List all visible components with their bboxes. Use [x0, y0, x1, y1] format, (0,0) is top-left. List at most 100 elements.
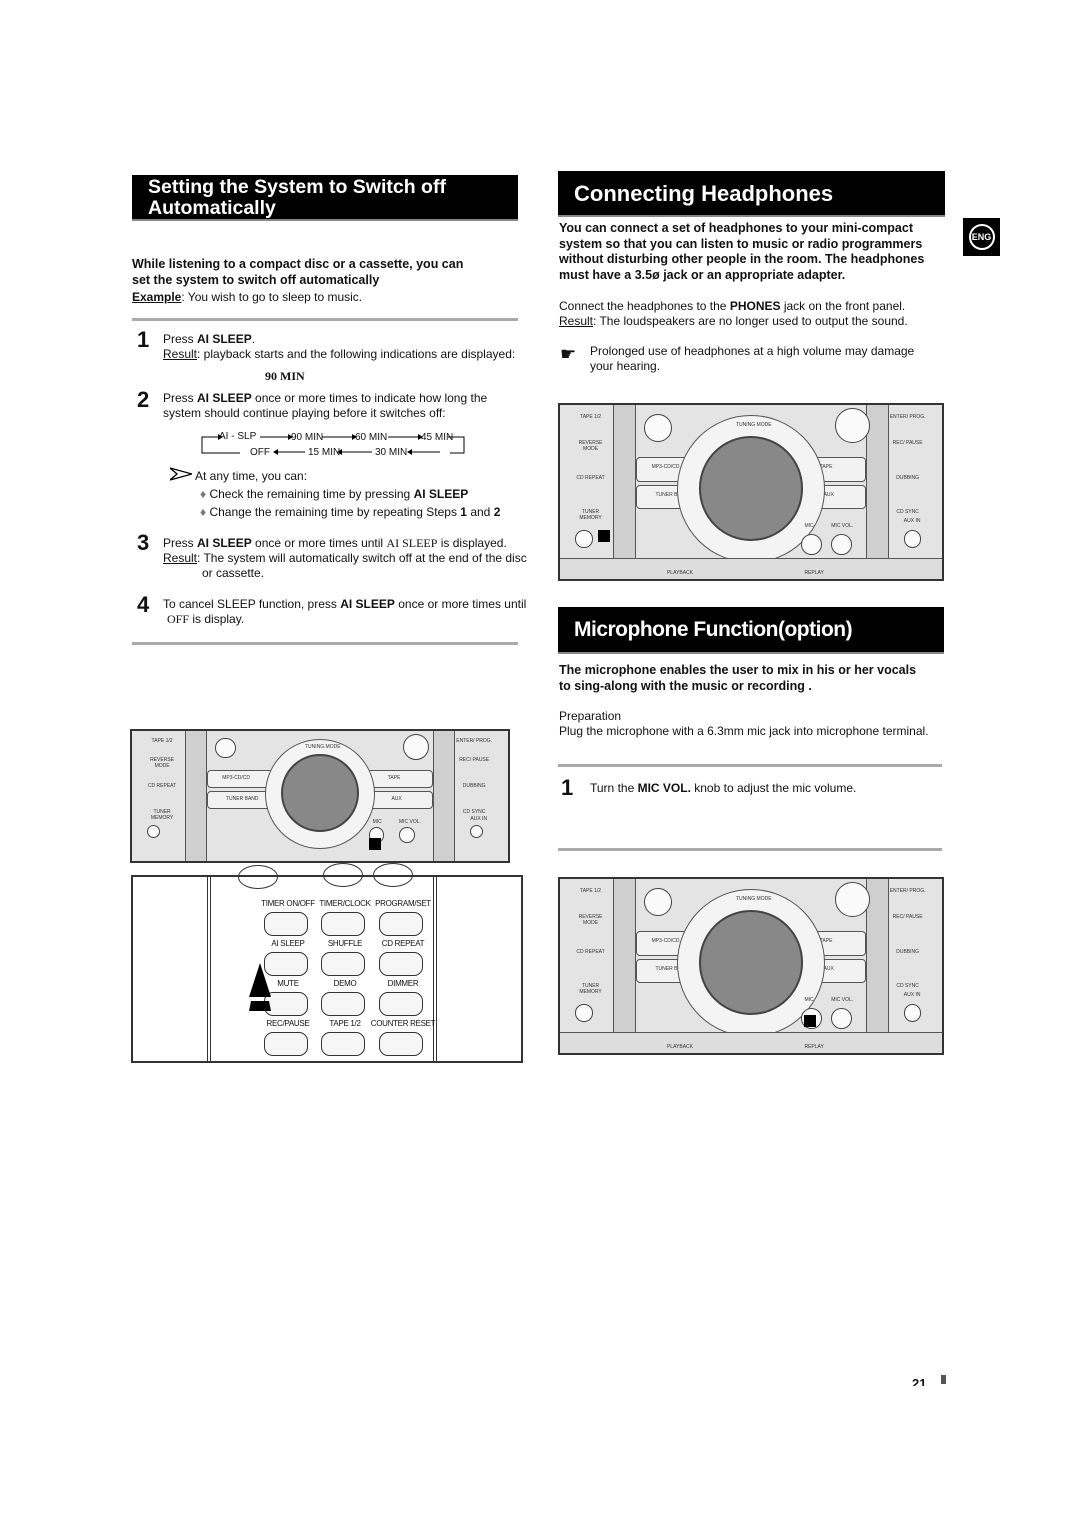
phones-jack — [575, 1004, 593, 1022]
phones-jack — [147, 824, 161, 838]
remote-button — [321, 992, 365, 1016]
panel-label: TUNING MODE — [736, 896, 772, 903]
panel-label: ENTER/ PROG. — [889, 887, 926, 894]
unit-front-panel-illustration: TAPE 1/2 REVERSE MODE CD REPEAT TUNER MEMOR… — [558, 877, 944, 1055]
panel-label: REC/ PAUSE — [892, 439, 923, 446]
aux-in-jack — [470, 824, 484, 838]
intro-line: set the system to switch off automatical… — [132, 272, 380, 287]
panel-label: TAPE 1/2 — [151, 737, 173, 744]
panel-label: REVERSE MODE — [578, 439, 603, 452]
preparation-text: Plug the microphone with a 6.3mm mic jac… — [559, 724, 929, 738]
remote-button — [379, 1032, 423, 1056]
panel-label: AUX IN — [470, 815, 488, 822]
remote-button — [264, 1032, 308, 1056]
panel-label: TUNER MEMORY — [579, 983, 602, 996]
panel-label: DUBBING — [462, 783, 486, 789]
bottom-strip — [560, 1032, 942, 1053]
remote-button — [379, 992, 423, 1016]
side-column — [184, 731, 208, 861]
panel-label: CD REPEAT — [147, 783, 177, 789]
panel-label: TUNER MEMORY — [579, 509, 602, 522]
cycle-label: OFF — [250, 447, 270, 458]
step-3-result: Result: The system will automatically sw… — [163, 551, 527, 580]
title-line: Setting the System to Switch off — [148, 176, 446, 198]
panel-label: MIC — [804, 523, 814, 530]
panel-label: REVERSE MODE — [578, 913, 603, 926]
cycle-label: 30 MIN — [375, 447, 408, 458]
volume-knob — [281, 754, 359, 833]
panel-label: MIC VOL. — [831, 997, 854, 1004]
press-arrow-icon — [249, 963, 271, 1011]
connect-result: Result: The loudspeakers are no longer u… — [559, 314, 908, 328]
panel-label: AUX — [391, 796, 402, 802]
warning-note: Prolonged use of headphones at a high vo… — [590, 344, 915, 373]
aux-in-jack — [903, 530, 922, 548]
panel-label: REPLAY — [804, 570, 824, 577]
preparation-label: Preparation — [559, 709, 622, 723]
step-number: 1 — [137, 327, 150, 352]
arrow-pointer-icon — [170, 467, 192, 481]
panel-label: MIC — [372, 819, 382, 826]
volume-knob — [698, 910, 804, 1015]
panel-label: MIC VOL. — [398, 819, 421, 826]
cycle-label: AI - SLP — [219, 431, 257, 442]
remote-control-illustration: TIMER ON/OFF TIMER/CLOCK PROGRAM/SET AI SLE… — [131, 863, 523, 1063]
side-column — [613, 879, 637, 1053]
bottom-strip — [560, 558, 942, 579]
page-marker — [941, 1375, 946, 1384]
mic-intro: The microphone enables the user to mix i… — [559, 663, 917, 693]
panel-label: MIC — [804, 997, 814, 1004]
panel-label: TUNING MODE — [736, 422, 772, 429]
mic-jack — [800, 533, 822, 555]
panel-label: TUNER MEMORY — [150, 809, 174, 821]
power-button — [644, 413, 672, 442]
panel-label: MP3-CD/CD — [222, 775, 251, 782]
headphones-intro: You can connect a set of headphones to y… — [559, 221, 925, 282]
mic-step-1: Turn the MIC VOL. knob to adjust the mic… — [590, 781, 857, 795]
example-label: Example — [132, 290, 182, 304]
section-header-sleep: Setting the System to Switch off Automat… — [132, 175, 518, 221]
unit-front-panel-illustration: TAPE 1/2 REVERSE MODE CD REPEAT TUNER MEMOR… — [558, 403, 944, 581]
divider — [558, 848, 942, 851]
panel-label: CD SYNC — [462, 809, 486, 815]
bullet-item: ♦ Change the remaining time by repeating… — [200, 505, 501, 519]
remote-button — [321, 952, 365, 976]
bullet-item: ♦ Check the remaining time by pressing A… — [200, 487, 469, 501]
step-4: To cancel SLEEP function, press AI SLEEP… — [163, 597, 527, 626]
power-button — [644, 887, 672, 916]
panel-label: PLAYBACK — [666, 1044, 693, 1051]
page-number: 21 — [912, 1376, 927, 1386]
panel-label: REPLAY — [804, 1044, 824, 1051]
remote-button-label: DIMMER — [387, 979, 419, 988]
selector-knob — [835, 408, 870, 444]
panel-label: TUNING MODE — [305, 744, 341, 750]
divider — [132, 318, 518, 321]
remote-button-label: COUNTER RESET — [370, 1019, 436, 1028]
panel-label: MP3-CD/CD — [651, 464, 680, 471]
section-header-microphone: Microphone Function(option) — [558, 607, 944, 654]
mic-vol-knob — [831, 533, 853, 555]
step-1: Press AI SLEEP. — [163, 332, 256, 346]
panel-label: TAPE 1/2 — [580, 413, 602, 420]
panel-label: CD SYNC — [896, 983, 919, 990]
diamond-bullet-icon: ♦ — [200, 487, 207, 501]
panel-label: CD SYNC — [896, 509, 919, 516]
connect-text: Connect the headphones to the PHONES jac… — [559, 299, 906, 313]
volume-knob — [698, 436, 804, 541]
step-2: Press AI SLEEP once or more times to ind… — [163, 391, 488, 420]
display-readout: 90 MIN — [265, 369, 305, 383]
panel-label: ENTER/ PROG. — [889, 413, 926, 420]
pointing-hand-icon: ☛ — [560, 344, 577, 364]
section-header-headphones: Connecting Headphones — [558, 171, 945, 217]
panel-label: MP3-CD/CD — [651, 938, 680, 945]
panel-label: MIC VOL. — [831, 523, 854, 530]
panel-label: AUX — [823, 492, 834, 498]
divider — [132, 642, 518, 645]
unit-front-panel-illustration: TAPE 1/2 REVERSE MODE CD REPEAT TUNER MEMOR… — [130, 729, 510, 863]
panel-label: PLAYBACK — [666, 570, 693, 577]
divider — [558, 764, 942, 767]
remote-button — [321, 1032, 365, 1056]
pointer-arrow-icon — [368, 837, 381, 850]
cycle-label: 15 MIN — [308, 447, 341, 458]
step-3: Press AI SLEEP once or more times until … — [163, 536, 507, 550]
